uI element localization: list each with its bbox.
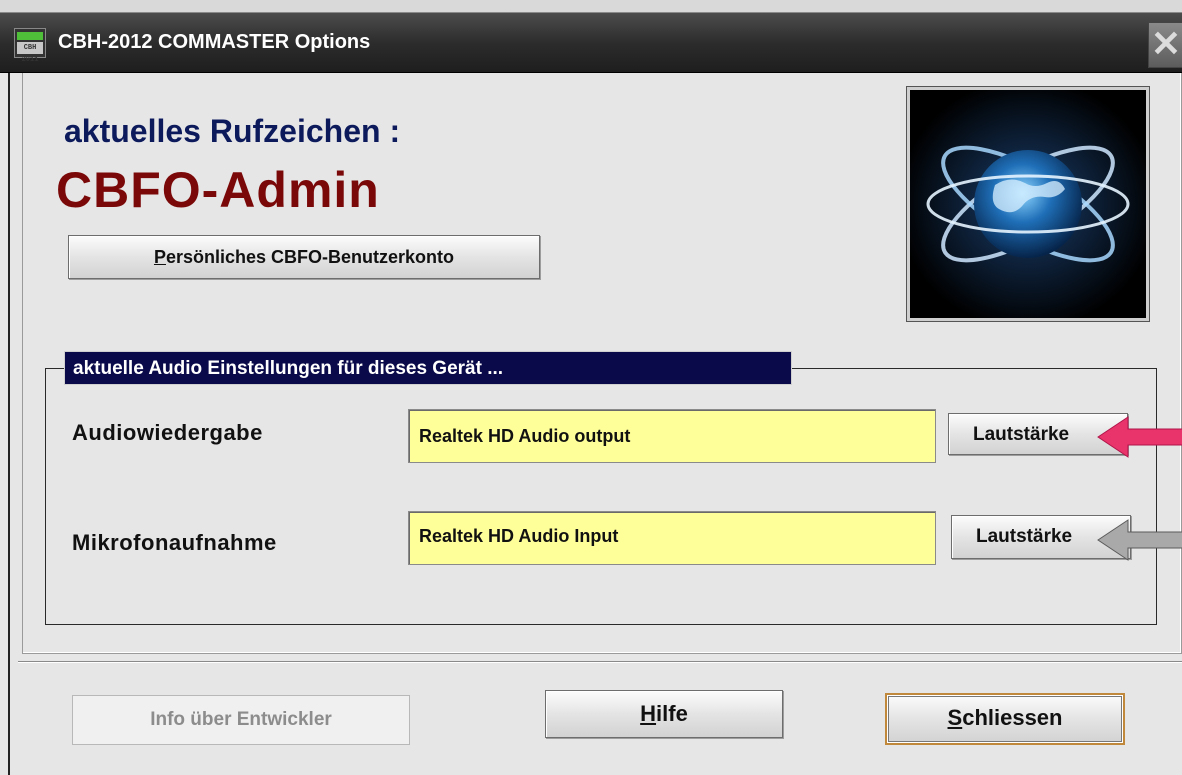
dialog-body: aktuelles Rufzeichen : CBFO-Admin Persön… (8, 73, 1182, 775)
audio-settings-group (45, 368, 1157, 625)
playback-device-field[interactable]: Realtek HD Audio output (408, 409, 936, 463)
recording-label: Mikrofonaufnahme (72, 530, 277, 555)
playback-label: Audiowiedergabe (72, 420, 263, 445)
callsign-value: CBFO-Admin (56, 162, 380, 218)
app-icon[interactable]: CBH 2011 (14, 28, 46, 64)
pink-arrow-icon (1097, 416, 1182, 458)
personal-account-button[interactable]: Persönliches CBFO-Benutzerkonto (68, 235, 540, 279)
close-button[interactable]: Schliessen (885, 693, 1125, 745)
top-strip (0, 0, 1182, 13)
help-mnemonic: H (640, 701, 657, 726)
account-mnemonic: P (153, 247, 166, 267)
help-label: ilfe (656, 701, 688, 726)
callsign-label: aktuelles Rufzeichen : (64, 113, 401, 149)
globe-graphic (910, 90, 1146, 318)
options-window: CBH 2011 CBH-2012 COMMASTER Options ✕ ak… (0, 0, 1182, 775)
gray-arrow-icon (1097, 519, 1182, 561)
developer-info-button[interactable]: Info über Entwickler (72, 695, 410, 745)
help-button[interactable]: Hilfe (545, 690, 783, 738)
audio-group-title: aktuelle Audio Einstellungen für dieses … (64, 351, 792, 385)
close-icon[interactable]: ✕ (1148, 22, 1182, 68)
close-mnemonic: S (947, 705, 963, 730)
window-title: CBH-2012 COMMASTER Options (58, 31, 371, 53)
close-label: chliessen (962, 705, 1063, 730)
recording-device-field[interactable]: Realtek HD Audio Input (408, 511, 936, 565)
app-icon-bar (17, 32, 43, 40)
title-bar[interactable]: CBH 2011 CBH-2012 COMMASTER Options ✕ (0, 0, 1182, 73)
account-label: ersönliches CBFO-Benutzerkonto (165, 247, 455, 267)
app-icon-text: CBH 2011 (17, 42, 43, 64)
globe-orbit-icon (907, 87, 1149, 321)
footer-separator (18, 661, 1182, 663)
